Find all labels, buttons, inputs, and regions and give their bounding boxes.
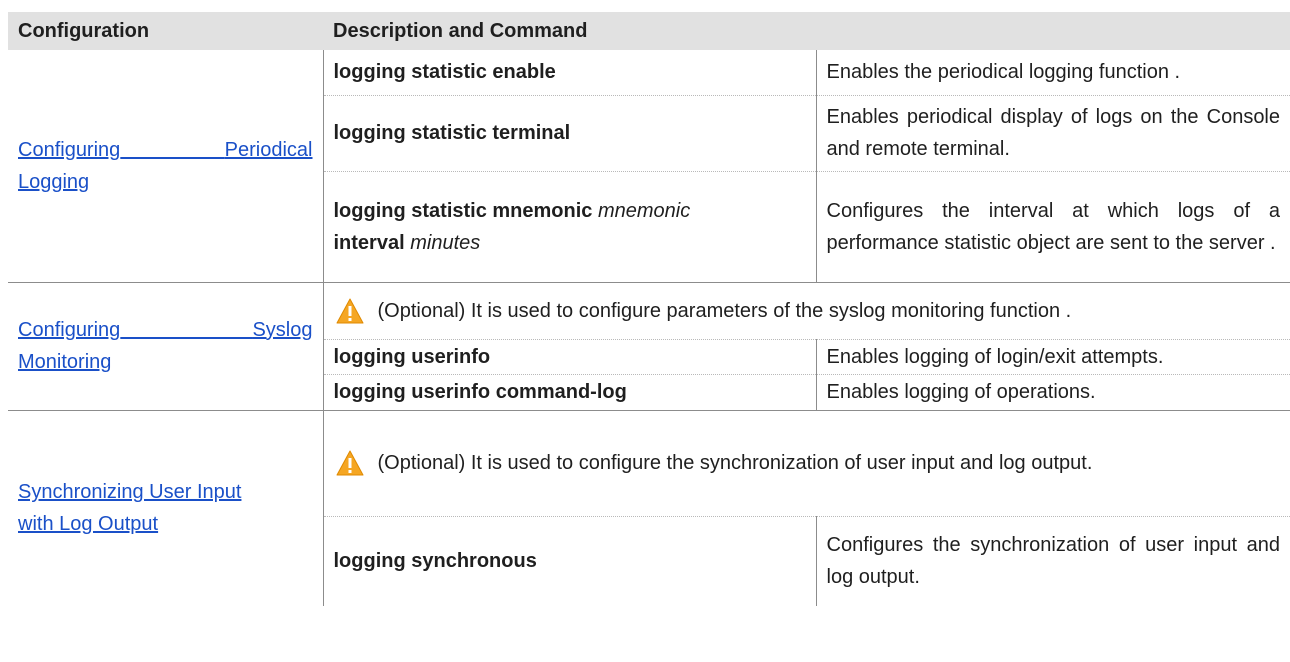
command-cell: logging userinfo command-log xyxy=(323,374,817,411)
link-synchronizing-user-input-with-log-output[interactable]: Synchronizing User Input with Log Output xyxy=(18,476,313,540)
note-text: (Optional) It is used to configure the s… xyxy=(377,452,1093,474)
section-synchronizing-user-input: Synchronizing User Input with Log Output xyxy=(8,410,324,606)
table-row: Configuring Periodical Logging logging s… xyxy=(8,50,1290,283)
description-cell: Enables logging of operations. xyxy=(816,374,1290,411)
link-configuring-periodical-logging[interactable]: Configuring Periodical Logging xyxy=(18,134,313,198)
table-row: Configuring Syslog Monitoring (Optional)… xyxy=(8,282,1290,411)
command-cell: logging synchronous xyxy=(323,516,817,606)
configuration-table: Configuration Description and Command Co… xyxy=(8,12,1290,606)
description-cell: Enables the periodical logging function … xyxy=(816,50,1290,96)
note-text: (Optional) It is used to configure param… xyxy=(377,299,1072,322)
warning-triangle-icon xyxy=(336,450,363,476)
description-cell: Configures the interval at which logs of… xyxy=(816,171,1290,283)
command-cell: logging statistic mnemonic mnemonic inte… xyxy=(323,171,817,283)
section-periodical-logging: Configuring Periodical Logging xyxy=(8,50,324,283)
command-cell: logging statistic terminal xyxy=(323,95,817,172)
section-syslog-monitoring: Configuring Syslog Monitoring xyxy=(8,282,324,411)
command-cell: logging userinfo xyxy=(323,339,817,375)
table-header-row: Configuration Description and Command xyxy=(8,12,1290,50)
optional-note: (Optional) It is used to configure the s… xyxy=(323,410,1290,517)
description-cell: Enables periodical display of logs on th… xyxy=(816,95,1290,172)
warning-triangle-icon xyxy=(336,298,363,323)
optional-note: (Optional) It is used to configure param… xyxy=(323,282,1290,340)
table-row: Synchronizing User Input with Log Output… xyxy=(8,410,1290,606)
description-cell: Configures the synchronization of user i… xyxy=(826,534,1281,589)
header-configuration: Configuration xyxy=(8,12,323,50)
link-configuring-syslog-monitoring[interactable]: Configuring Syslog Monitoring xyxy=(18,314,313,378)
description-cell: Enables logging of login/exit attempts. xyxy=(816,339,1290,375)
command-cell: logging statistic enable xyxy=(323,50,817,96)
header-description-and-command: Description and Command xyxy=(323,12,1290,50)
